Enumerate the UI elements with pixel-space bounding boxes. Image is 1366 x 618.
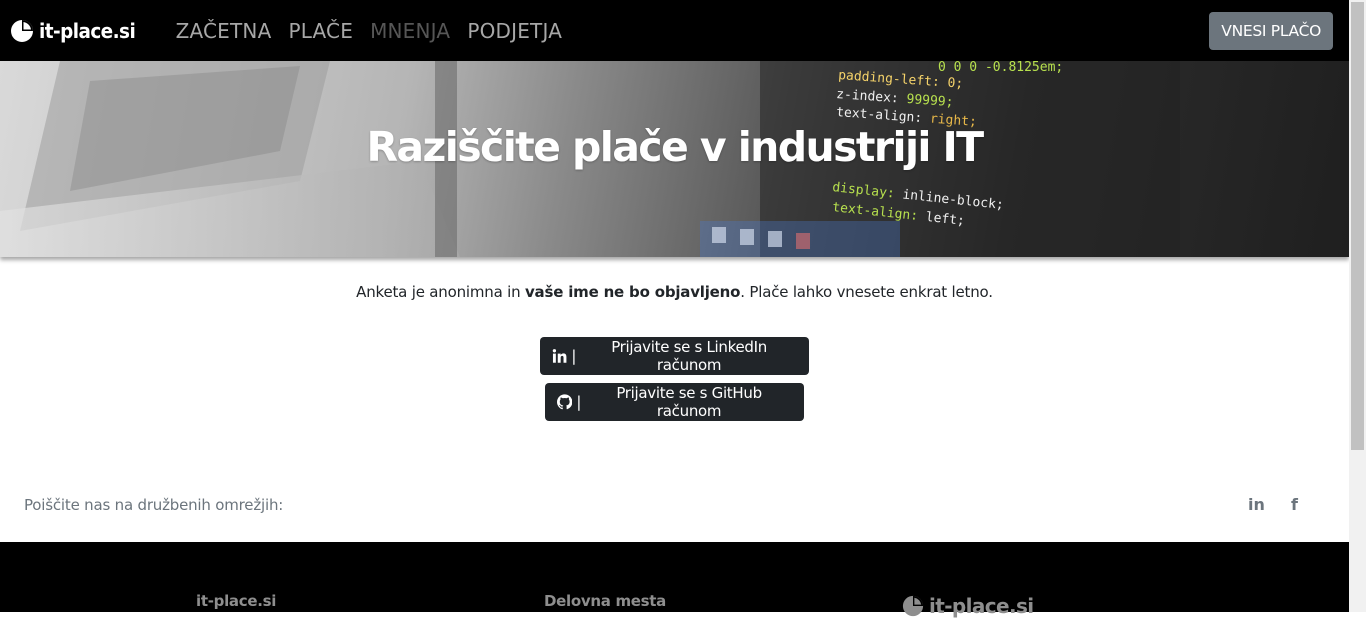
main-nav: ZAČETNA PLAČE MNENJA PODJETJA [176, 0, 580, 61]
linkedin-login-button[interactable]: | Prijavite se s LinkedIn računom [540, 337, 809, 375]
notice-text-bold: vaše ime ne bo objavljeno [524, 283, 741, 301]
hero-banner: padding-left: 0; z-index: 99999; text-al… [0, 61, 1349, 257]
survey-notice: Anketa je anonimna in vaše ime ne bo obj… [0, 283, 1349, 301]
linkedin-icon [552, 349, 567, 363]
brand-logo-link[interactable]: it-place.si [10, 19, 144, 43]
github-login-label: Prijavite se s GitHub računom [616, 384, 762, 420]
svg-text:0 0 0 -0.8125em;: 0 0 0 -0.8125em; [938, 61, 1063, 75]
nav-link-zacetna[interactable]: ZAČETNA [176, 19, 272, 43]
nav-link-place[interactable]: PLAČE [288, 19, 353, 43]
footer: it-place.si Delovna mesta it-place.si [0, 542, 1349, 618]
github-login-button[interactable]: | Prijavite se s GitHub računom [545, 383, 804, 421]
social-prompt: Poiščite nas na družbenih omrežjih: [24, 496, 284, 514]
linkedin-separator: | [571, 347, 577, 365]
github-separator: | [576, 393, 582, 411]
footer-pie-chart-logo-icon [902, 595, 924, 617]
submit-salary-button[interactable]: VNESI PLAČO [1209, 12, 1333, 50]
linkedin-login-label: Prijavite se s LinkedIn računom [611, 338, 767, 374]
github-icon [557, 394, 573, 410]
social-row: Poiščite nas na družbenih omrežjih: in f [0, 485, 1349, 525]
top-navbar: it-place.si ZAČETNA PLAČE MNENJA PODJETJ… [0, 0, 1349, 61]
footer-heading-jobs: Delovna mesta [544, 592, 666, 610]
footer-heading-site: it-place.si [196, 592, 277, 610]
notice-text-end: . Plače lahko vnesete enkrat letno. [740, 283, 993, 301]
nav-link-podjetja[interactable]: PODJETJA [467, 19, 562, 43]
linkedin-social-icon[interactable]: in [1248, 496, 1265, 514]
pie-chart-logo-icon [11, 19, 33, 42]
footer-logo: it-place.si [902, 594, 1034, 618]
vertical-scrollbar[interactable] [1349, 0, 1366, 612]
footer-logo-text: it-place.si [929, 594, 1034, 618]
brand-name: it-place.si [39, 18, 136, 43]
hero-title: Raziščite plače v industriji IT [366, 123, 984, 171]
scrollbar-thumb[interactable] [1351, 2, 1364, 450]
nav-link-mnenja[interactable]: MNENJA [370, 19, 450, 43]
notice-text-start: Anketa je anonimna in [356, 283, 525, 301]
facebook-social-icon[interactable]: f [1291, 496, 1298, 514]
